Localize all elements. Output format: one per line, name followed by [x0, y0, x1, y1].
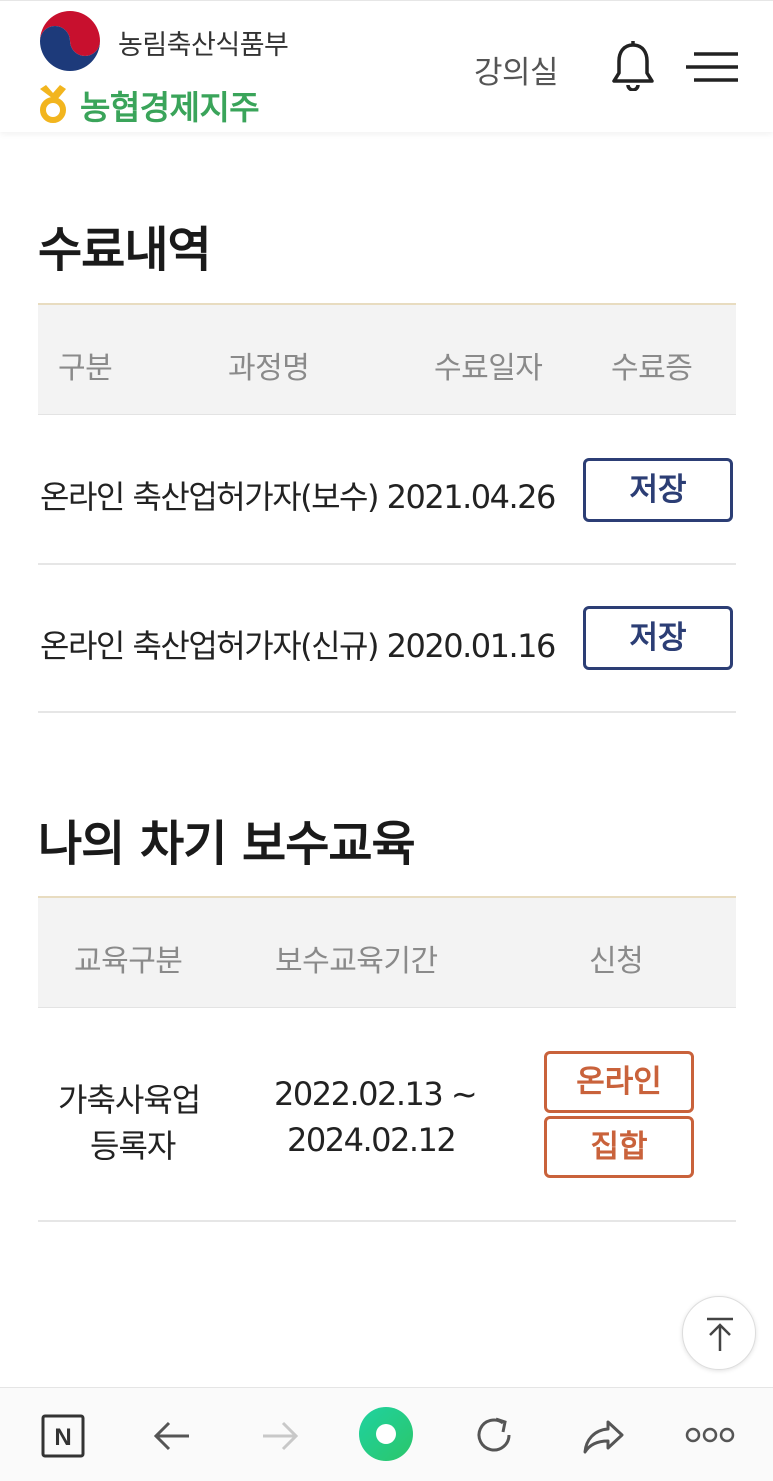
refresh-icon[interactable] — [469, 1410, 519, 1460]
apply-group-button[interactable]: 집합 — [544, 1116, 694, 1178]
column-header: 수료증 — [611, 351, 693, 386]
apply-online-button[interactable]: 온라인 — [544, 1051, 694, 1113]
column-header: 과정명 — [228, 351, 310, 386]
scroll-top-icon — [707, 1317, 733, 1351]
green-dot-icon[interactable] — [358, 1406, 414, 1462]
column-header: 수료일자 — [434, 351, 543, 386]
back-arrow-icon[interactable] — [147, 1410, 197, 1460]
share-icon[interactable] — [578, 1410, 628, 1460]
naver-n-icon[interactable]: N — [38, 1410, 88, 1460]
gov-name: 농림축산식품부 — [118, 30, 289, 61]
column-header: 구분 — [58, 351, 113, 386]
education-type: 등록자 — [90, 1127, 176, 1165]
completion-table-header: 구분 과정명 수료일자 수료증 — [38, 303, 736, 415]
column-header: 보수교육기간 — [275, 944, 438, 979]
completion-title: 수료내역 — [38, 222, 212, 278]
refresher-title: 나의 차기 보수교육 — [38, 816, 416, 872]
column-header: 신청 — [589, 944, 644, 979]
save-certificate-button[interactable]: 저장 — [583, 458, 733, 522]
lecture-room-link[interactable]: 강의실 — [474, 47, 559, 92]
refresher-table-header: 교육구분 보수교육기간 신청 — [38, 896, 736, 1008]
course-info: 온라인 축산업허가자(보수) 2021.04.26 — [40, 478, 556, 516]
column-header: 교육구분 — [74, 944, 183, 979]
hamburger-menu-icon[interactable] — [686, 51, 738, 83]
svg-text:N: N — [54, 1424, 71, 1451]
education-period: 2024.02.12 — [287, 1121, 457, 1159]
education-period: 2022.02.13 ~ — [274, 1075, 478, 1113]
more-icon[interactable] — [684, 1410, 736, 1460]
site-header: 농림축산식품부 농협경제지주 강의실 — [0, 0, 773, 132]
org-name: 농협경제지주 — [80, 88, 260, 127]
forward-arrow-icon[interactable] — [255, 1410, 305, 1460]
save-certificate-button[interactable]: 저장 — [583, 606, 733, 670]
refresher-row: 가축사육업 등록자 2022.02.13 ~ 2024.02.12 온라인 집합 — [38, 1009, 736, 1222]
browser-toolbar: N — [0, 1387, 773, 1481]
gov-emblem-icon[interactable] — [38, 9, 102, 73]
completion-row: 온라인 축산업허가자(신규) 2020.01.16 저장 — [38, 565, 736, 713]
education-type: 가축사육업 — [58, 1081, 201, 1119]
nh-logo-icon[interactable] — [36, 83, 70, 123]
course-info: 온라인 축산업허가자(신규) 2020.01.16 — [40, 627, 556, 665]
completion-row: 온라인 축산업허가자(보수) 2021.04.26 저장 — [38, 416, 736, 565]
scroll-top-button[interactable] — [682, 1296, 756, 1370]
bell-icon[interactable] — [610, 41, 656, 91]
